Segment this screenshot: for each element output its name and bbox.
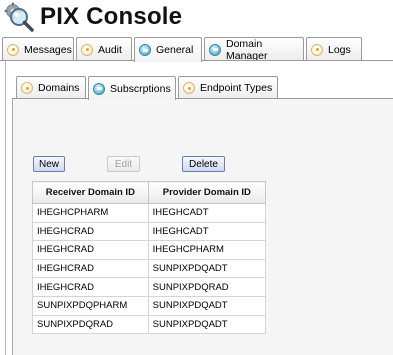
tab-label: Domains (38, 82, 80, 94)
tab-label: Domain Manager (226, 37, 268, 62)
receiver-cell: SUNPIXPDQPHARM (32, 295, 149, 316)
receiver-cell: IHEGHCPHARM (32, 203, 149, 223)
receiver-cell: IHEGHCRAD (32, 240, 149, 260)
pix-console-page: PIX Console Messages Audit General Domai… (0, 0, 393, 355)
tab-endpoint-types[interactable]: Endpoint Types (178, 76, 278, 99)
tab-subscriptions[interactable]: Subscrptions (88, 76, 176, 100)
receiver-cell: SUNPIXPDQRAD (32, 314, 149, 335)
tab-label: Audit (98, 43, 122, 56)
tab-label: General (156, 44, 194, 56)
edit-button[interactable]: Edit (107, 156, 140, 172)
subscriptions-table: Receiver Domain ID Provider Domain ID IH… (32, 181, 267, 335)
blue-dot-icon (139, 44, 151, 56)
tab-label: Subscrptions (110, 82, 171, 95)
blue-dot-icon (209, 43, 221, 56)
tab-logs[interactable]: Logs (306, 37, 362, 61)
orange-dot-icon (183, 82, 195, 94)
receiver-cell: IHEGHCRAD (32, 221, 149, 242)
column-header-provider[interactable]: Provider Domain ID (147, 181, 267, 204)
tab-messages[interactable]: Messages (2, 37, 74, 61)
tab-domains[interactable]: Domains (16, 76, 86, 99)
column-header-receiver[interactable]: Receiver Domain ID (32, 181, 149, 204)
table-row[interactable]: IHEGHCPHARM IHEGHCADT (32, 203, 267, 223)
delete-button[interactable]: Delete (182, 156, 225, 172)
table-row[interactable]: IHEGHCRAD IHEGHCADT (32, 221, 267, 242)
main-tab-bar: Messages Audit General Domain Manager Lo… (0, 37, 393, 62)
app-title: PIX Console (40, 3, 183, 30)
orange-dot-icon (7, 43, 19, 56)
table-header-row: Receiver Domain ID Provider Domain ID (32, 181, 267, 204)
table-row[interactable]: SUNPIXPDQRAD SUNPIXPDQADT (32, 314, 267, 335)
provider-cell: SUNPIXPDQADT (147, 295, 267, 316)
orange-dot-icon (81, 43, 93, 56)
provider-cell: SUNPIXPDQADT (147, 314, 267, 335)
magnifier-gear-icon (4, 2, 34, 32)
provider-cell: SUNPIXPDQRAD (147, 277, 267, 297)
receiver-cell: IHEGHCRAD (32, 258, 149, 279)
tab-domain-manager[interactable]: Domain Manager (204, 37, 304, 62)
app-header: PIX Console (4, 2, 182, 32)
table-row[interactable]: IHEGHCRAD IHEGHCPHARM (32, 240, 267, 260)
provider-cell: IHEGHCADT (147, 203, 267, 223)
tab-label: Logs (328, 43, 351, 56)
table-row[interactable]: IHEGHCRAD SUNPIXPDQRAD (32, 277, 267, 297)
tab-label: Messages (24, 43, 72, 56)
table-row[interactable]: SUNPIXPDQPHARM SUNPIXPDQADT (32, 295, 267, 316)
blue-dot-icon (93, 82, 105, 95)
new-button[interactable]: New (33, 156, 65, 172)
tab-general[interactable]: General (134, 37, 202, 62)
tab-label: Endpoint Types (200, 82, 273, 94)
orange-dot-icon (21, 82, 33, 94)
provider-cell: SUNPIXPDQADT (147, 258, 267, 279)
provider-cell: IHEGHCPHARM (147, 240, 267, 260)
provider-cell: IHEGHCADT (147, 221, 267, 242)
tab-audit[interactable]: Audit (76, 37, 132, 61)
orange-dot-icon (311, 43, 323, 56)
table-row[interactable]: IHEGHCRAD SUNPIXPDQADT (32, 258, 267, 279)
receiver-cell: IHEGHCRAD (32, 277, 149, 297)
